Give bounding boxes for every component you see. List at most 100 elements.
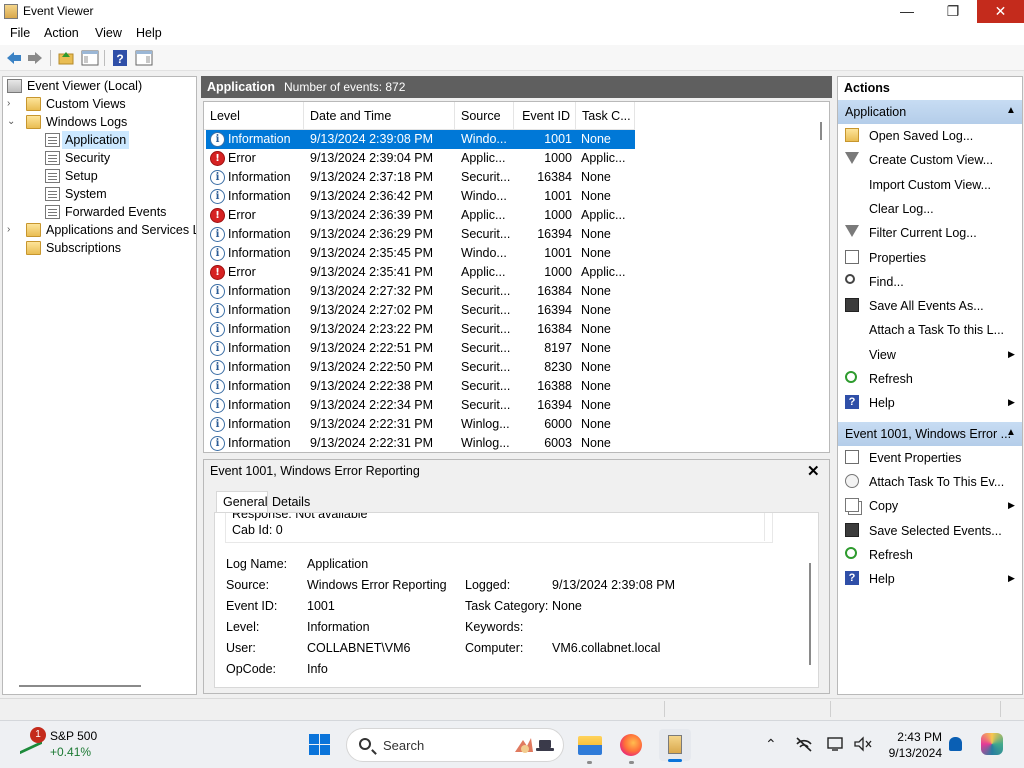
tree-item-windows-logs[interactable]: ⌄ Windows Logs [7, 113, 192, 131]
horizontal-scrollbar[interactable] [19, 685, 141, 687]
log-icon [45, 205, 60, 219]
action-properties[interactable]: Properties [838, 246, 1022, 270]
stock-widget[interactable]: 1 S&P 500 +0.41% [16, 727, 136, 763]
table-row[interactable]: i Information 9/13/2024 2:22:50 PM Securit.… [206, 358, 635, 377]
table-row[interactable]: i Information 9/13/2024 2:22:38 PM Securit.… [206, 377, 635, 396]
vertical-scrollbar[interactable] [820, 122, 822, 140]
actions-section-event[interactable]: Event 1001, Windows Error ... ▲ [838, 422, 1022, 446]
cell-source: Securit... [461, 303, 511, 317]
action-import-custom-view[interactable]: Import Custom View... [838, 173, 1022, 197]
action-filter-current-log[interactable]: Filter Current Log... [838, 221, 1022, 245]
action-refresh[interactable]: Refresh [838, 367, 1022, 391]
tab-details[interactable]: Details [272, 495, 310, 509]
information-icon: i [210, 360, 225, 375]
action-attach-task-to-this-ev[interactable]: Attach Task To This Ev... [838, 470, 1022, 494]
table-row[interactable]: i Information 9/13/2024 2:22:31 PM Winlog..… [206, 434, 635, 452]
volume-icon[interactable] [853, 736, 873, 752]
table-row[interactable]: i Information 9/13/2024 2:22:34 PM Securit.… [206, 396, 635, 415]
action-event-properties[interactable]: Event Properties [838, 446, 1022, 470]
action-attach-a-task-to-this-l[interactable]: Attach a Task To this L... [838, 318, 1022, 342]
menu-action[interactable]: Action [44, 26, 79, 40]
menu-help[interactable]: Help [136, 26, 162, 40]
event-viewer-taskbar-icon[interactable] [659, 729, 691, 762]
chevron-up-icon[interactable]: ⌃ [765, 736, 777, 753]
file-explorer-icon[interactable] [573, 729, 605, 761]
notification-bell-icon[interactable] [949, 737, 962, 751]
tree-item-setup[interactable]: Setup [7, 167, 192, 185]
tree-item-event-viewer-local[interactable]: Event Viewer (Local) [7, 77, 192, 95]
firefox-icon[interactable] [615, 729, 647, 761]
show-hide-action-pane-icon[interactable] [135, 49, 153, 67]
action-refresh[interactable]: Refresh [838, 543, 1022, 567]
minimize-button[interactable]: — [884, 0, 930, 23]
cell-source: Securit... [461, 227, 511, 241]
show-hide-console-tree-icon[interactable] [81, 49, 99, 67]
table-row[interactable]: i Information 9/13/2024 2:36:42 PM Windo...… [206, 187, 635, 206]
table-row[interactable]: i Information 9/13/2024 2:39:08 PM Windo...… [206, 130, 635, 149]
copilot-icon[interactable] [981, 733, 1003, 755]
tree-item-security[interactable]: Security [7, 149, 192, 167]
table-row[interactable]: i Information 9/13/2024 2:27:32 PM Securit.… [206, 282, 635, 301]
search-icon [359, 738, 371, 750]
collapse-triangle-icon[interactable]: ▲ [1006, 427, 1016, 438]
forward-arrow-icon[interactable] [26, 49, 44, 67]
chevron-right-icon[interactable]: › [7, 95, 17, 113]
menu-file[interactable]: File [10, 26, 30, 40]
tree-item-forwarded-events[interactable]: Forwarded Events [7, 203, 192, 221]
section-label: Application [845, 105, 907, 119]
action-view[interactable]: View ▶ [838, 343, 1022, 367]
tree-item-system[interactable]: System [7, 185, 192, 203]
table-row[interactable]: i Information 9/13/2024 2:27:02 PM Securit.… [206, 301, 635, 320]
table-row[interactable]: i Information 9/13/2024 2:22:31 PM Winlog..… [206, 415, 635, 434]
cell-task-category: None [581, 284, 611, 298]
tree-item-applications-and-services[interactable]: › Applications and Services Lo [7, 221, 196, 239]
action-clear-log[interactable]: Clear Log... [838, 197, 1022, 221]
vertical-scrollbar[interactable] [809, 563, 811, 665]
action-help[interactable]: ? Help ▶ [838, 391, 1022, 415]
description-scrollbar[interactable] [764, 513, 784, 541]
table-row[interactable]: i Information 9/13/2024 2:35:45 PM Windo...… [206, 244, 635, 263]
cell-source: Securit... [461, 360, 511, 374]
chevron-down-icon[interactable]: ⌄ [7, 113, 17, 131]
help-icon[interactable]: ? [111, 49, 129, 67]
close-button[interactable]: ✕ [977, 0, 1024, 23]
table-row[interactable]: i Information 9/13/2024 2:23:22 PM Securit.… [206, 320, 635, 339]
clock-date[interactable]: 9/13/2024 [880, 746, 942, 760]
menu-view[interactable]: View [95, 26, 122, 40]
tree-item-custom-views[interactable]: › Custom Views [7, 95, 192, 113]
close-icon[interactable]: ✕ [807, 462, 820, 480]
tab-general[interactable]: General [216, 491, 268, 513]
action-create-custom-view[interactable]: Create Custom View... [838, 148, 1022, 172]
table-row[interactable]: ! Error 9/13/2024 2:39:04 PM Applic... 1000 A… [206, 149, 635, 168]
table-row[interactable]: ! Error 9/13/2024 2:36:39 PM Applic... 1000 A… [206, 206, 635, 225]
column-header-task-category[interactable]: Task C... [576, 102, 635, 130]
collapse-triangle-icon[interactable]: ▲ [1006, 105, 1016, 116]
column-header-level[interactable]: Level [204, 102, 304, 130]
taskbar-search[interactable]: Search [346, 728, 564, 762]
column-header-source[interactable]: Source [455, 102, 514, 130]
tree-item-application[interactable]: Application [7, 131, 192, 149]
action-save-all-events-as[interactable]: Save All Events As... [838, 294, 1022, 318]
chevron-right-icon[interactable]: › [7, 221, 17, 239]
back-arrow-icon[interactable] [5, 49, 23, 67]
actions-section-application[interactable]: Application ▲ [838, 100, 1022, 124]
network-icon[interactable] [795, 736, 813, 752]
action-open-saved-log[interactable]: Open Saved Log... [838, 124, 1022, 148]
action-help[interactable]: ? Help ▶ [838, 567, 1022, 591]
action-copy[interactable]: Copy ▶ [838, 494, 1022, 518]
display-icon[interactable] [827, 736, 845, 752]
column-header-date-time[interactable]: Date and Time [304, 102, 455, 130]
action-save-selected-events[interactable]: Save Selected Events... [838, 519, 1022, 543]
up-folder-icon[interactable] [57, 49, 75, 67]
table-row[interactable]: ! Error 9/13/2024 2:35:41 PM Applic... 1000 A… [206, 263, 635, 282]
action-find[interactable]: Find... [838, 270, 1022, 294]
column-header-event-id[interactable]: Event ID [514, 102, 576, 130]
start-button[interactable] [309, 734, 331, 756]
table-row[interactable]: i Information 9/13/2024 2:36:29 PM Securit.… [206, 225, 635, 244]
tree-item-subscriptions[interactable]: Subscriptions [7, 239, 192, 257]
clock-time[interactable]: 2:43 PM [880, 730, 942, 744]
table-row[interactable]: i Information 9/13/2024 2:37:18 PM Securit.… [206, 168, 635, 187]
maximize-button[interactable]: ❐ [930, 0, 976, 23]
table-row[interactable]: i Information 9/13/2024 2:22:51 PM Securit.… [206, 339, 635, 358]
description-line: Response: Not available [232, 512, 368, 521]
